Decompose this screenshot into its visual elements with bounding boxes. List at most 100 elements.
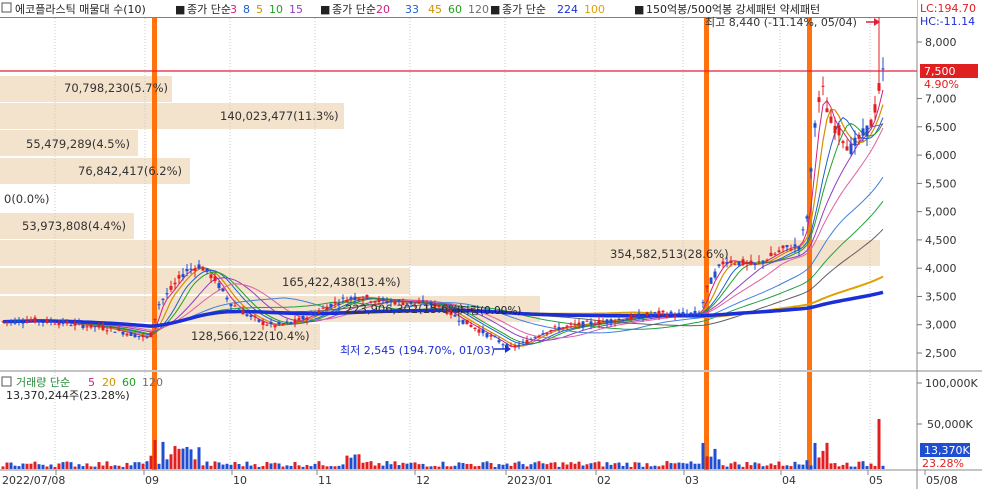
candle-body xyxy=(113,331,117,333)
volume-bar xyxy=(13,465,17,469)
volume-bar xyxy=(133,462,137,469)
volume-legend-checkbox[interactable] xyxy=(1,376,12,387)
volume-bar xyxy=(481,462,485,469)
volume-bar xyxy=(685,463,689,469)
volume-bar xyxy=(469,463,473,469)
candle-body xyxy=(305,317,309,320)
volume-bar xyxy=(61,462,65,469)
candle-body xyxy=(637,313,641,320)
volume-bar xyxy=(201,465,205,469)
volume-bar xyxy=(33,461,37,469)
stock-chart[interactable]: 70,798,230(5.7%) 140,023,477(11.3%) 55,479… xyxy=(0,0,982,489)
candle-body xyxy=(849,143,853,154)
volume-bar xyxy=(869,463,873,469)
volume-bar xyxy=(557,466,561,469)
volume-bar xyxy=(377,463,381,469)
volume-bar xyxy=(565,464,569,469)
volume-bar xyxy=(181,448,185,469)
volume-bar xyxy=(365,462,369,469)
candle-body xyxy=(197,264,201,269)
candle-body xyxy=(661,310,665,313)
candle-body xyxy=(569,323,573,325)
volume-bar xyxy=(405,463,409,469)
candle-body xyxy=(361,298,365,301)
volume-bar xyxy=(213,461,217,469)
volume-bar xyxy=(369,461,373,469)
date-label: 12 xyxy=(416,474,430,487)
candle-body xyxy=(337,303,341,305)
candle-body xyxy=(801,229,805,231)
volume-bar xyxy=(361,462,365,469)
candle-body xyxy=(485,333,489,338)
candle-body xyxy=(673,315,677,317)
volume-bar xyxy=(845,462,849,469)
candle-body xyxy=(813,123,817,128)
candle-body xyxy=(765,259,769,261)
volume-bar xyxy=(357,454,361,469)
candle-body xyxy=(205,268,209,272)
candle-body xyxy=(17,319,21,323)
price-tick-label: 3,500 xyxy=(925,290,957,303)
candle-body xyxy=(177,275,181,279)
volume-bar xyxy=(569,462,573,469)
volume-bar xyxy=(237,463,241,469)
volume-bar xyxy=(409,462,413,469)
candle-body xyxy=(621,319,625,322)
volume-legend-p1: 5 xyxy=(88,376,95,389)
candle-body xyxy=(477,329,481,333)
candle-body xyxy=(609,319,613,324)
volume-bar xyxy=(465,464,469,469)
candle-body xyxy=(829,116,833,123)
candle-body xyxy=(881,68,885,70)
candle-body xyxy=(845,146,849,151)
candle-body xyxy=(825,108,829,113)
candle-body xyxy=(605,319,609,324)
volume-tick-label-2: 50,000K xyxy=(927,418,973,431)
candle-body xyxy=(577,322,581,326)
volume-bar xyxy=(633,462,637,469)
volume-bar xyxy=(137,462,141,469)
profile-band-label: 128,566,122(10.4%) xyxy=(191,329,310,343)
candle-body xyxy=(281,323,285,325)
volume-bar xyxy=(425,466,429,469)
legend-checkbox[interactable] xyxy=(1,2,12,13)
candle-body xyxy=(125,333,129,336)
candle-body xyxy=(729,260,733,264)
candle-body xyxy=(877,83,881,91)
date-label: 11 xyxy=(318,474,332,487)
candle-body xyxy=(821,85,825,87)
candle-body xyxy=(629,314,633,320)
volume-bar xyxy=(93,466,97,469)
candle-body xyxy=(489,335,493,337)
candle-body xyxy=(785,245,789,248)
volume-bar xyxy=(865,466,869,469)
legend-ma1-p4: 10 xyxy=(269,3,283,16)
volume-bar xyxy=(29,463,33,469)
volume-bar xyxy=(737,464,741,469)
candle-body xyxy=(65,321,69,324)
volume-bar xyxy=(289,465,293,469)
volume-bar xyxy=(65,461,69,469)
price-tick-label: 4,500 xyxy=(925,234,957,247)
candle-body xyxy=(225,297,229,300)
date-axis[interactable]: 2022/07/08 09 10 11 12 2023/01 02 03 04 05 05/08 xyxy=(2,470,958,487)
volume-bar xyxy=(217,462,221,469)
candle-body xyxy=(513,345,517,348)
profile-band-label: 140,023,477(11.3%) xyxy=(220,109,339,123)
candle-body xyxy=(221,288,225,292)
candle-body xyxy=(557,327,561,330)
volume-bar xyxy=(49,464,53,469)
candle-body xyxy=(189,268,193,270)
volume-bar xyxy=(249,465,253,469)
volume-bar xyxy=(393,461,397,469)
volume-bar xyxy=(385,461,389,469)
volume-panel[interactable] xyxy=(0,372,917,470)
candle-body xyxy=(45,318,49,323)
volume-bar xyxy=(853,466,857,469)
candle-body xyxy=(101,326,105,331)
legend-ma2-p4: 60 xyxy=(448,3,462,16)
candle-body xyxy=(93,326,97,328)
candle-body xyxy=(153,318,157,320)
volume-bar xyxy=(125,462,129,469)
legend-ma1-marker: ■ xyxy=(175,3,185,16)
